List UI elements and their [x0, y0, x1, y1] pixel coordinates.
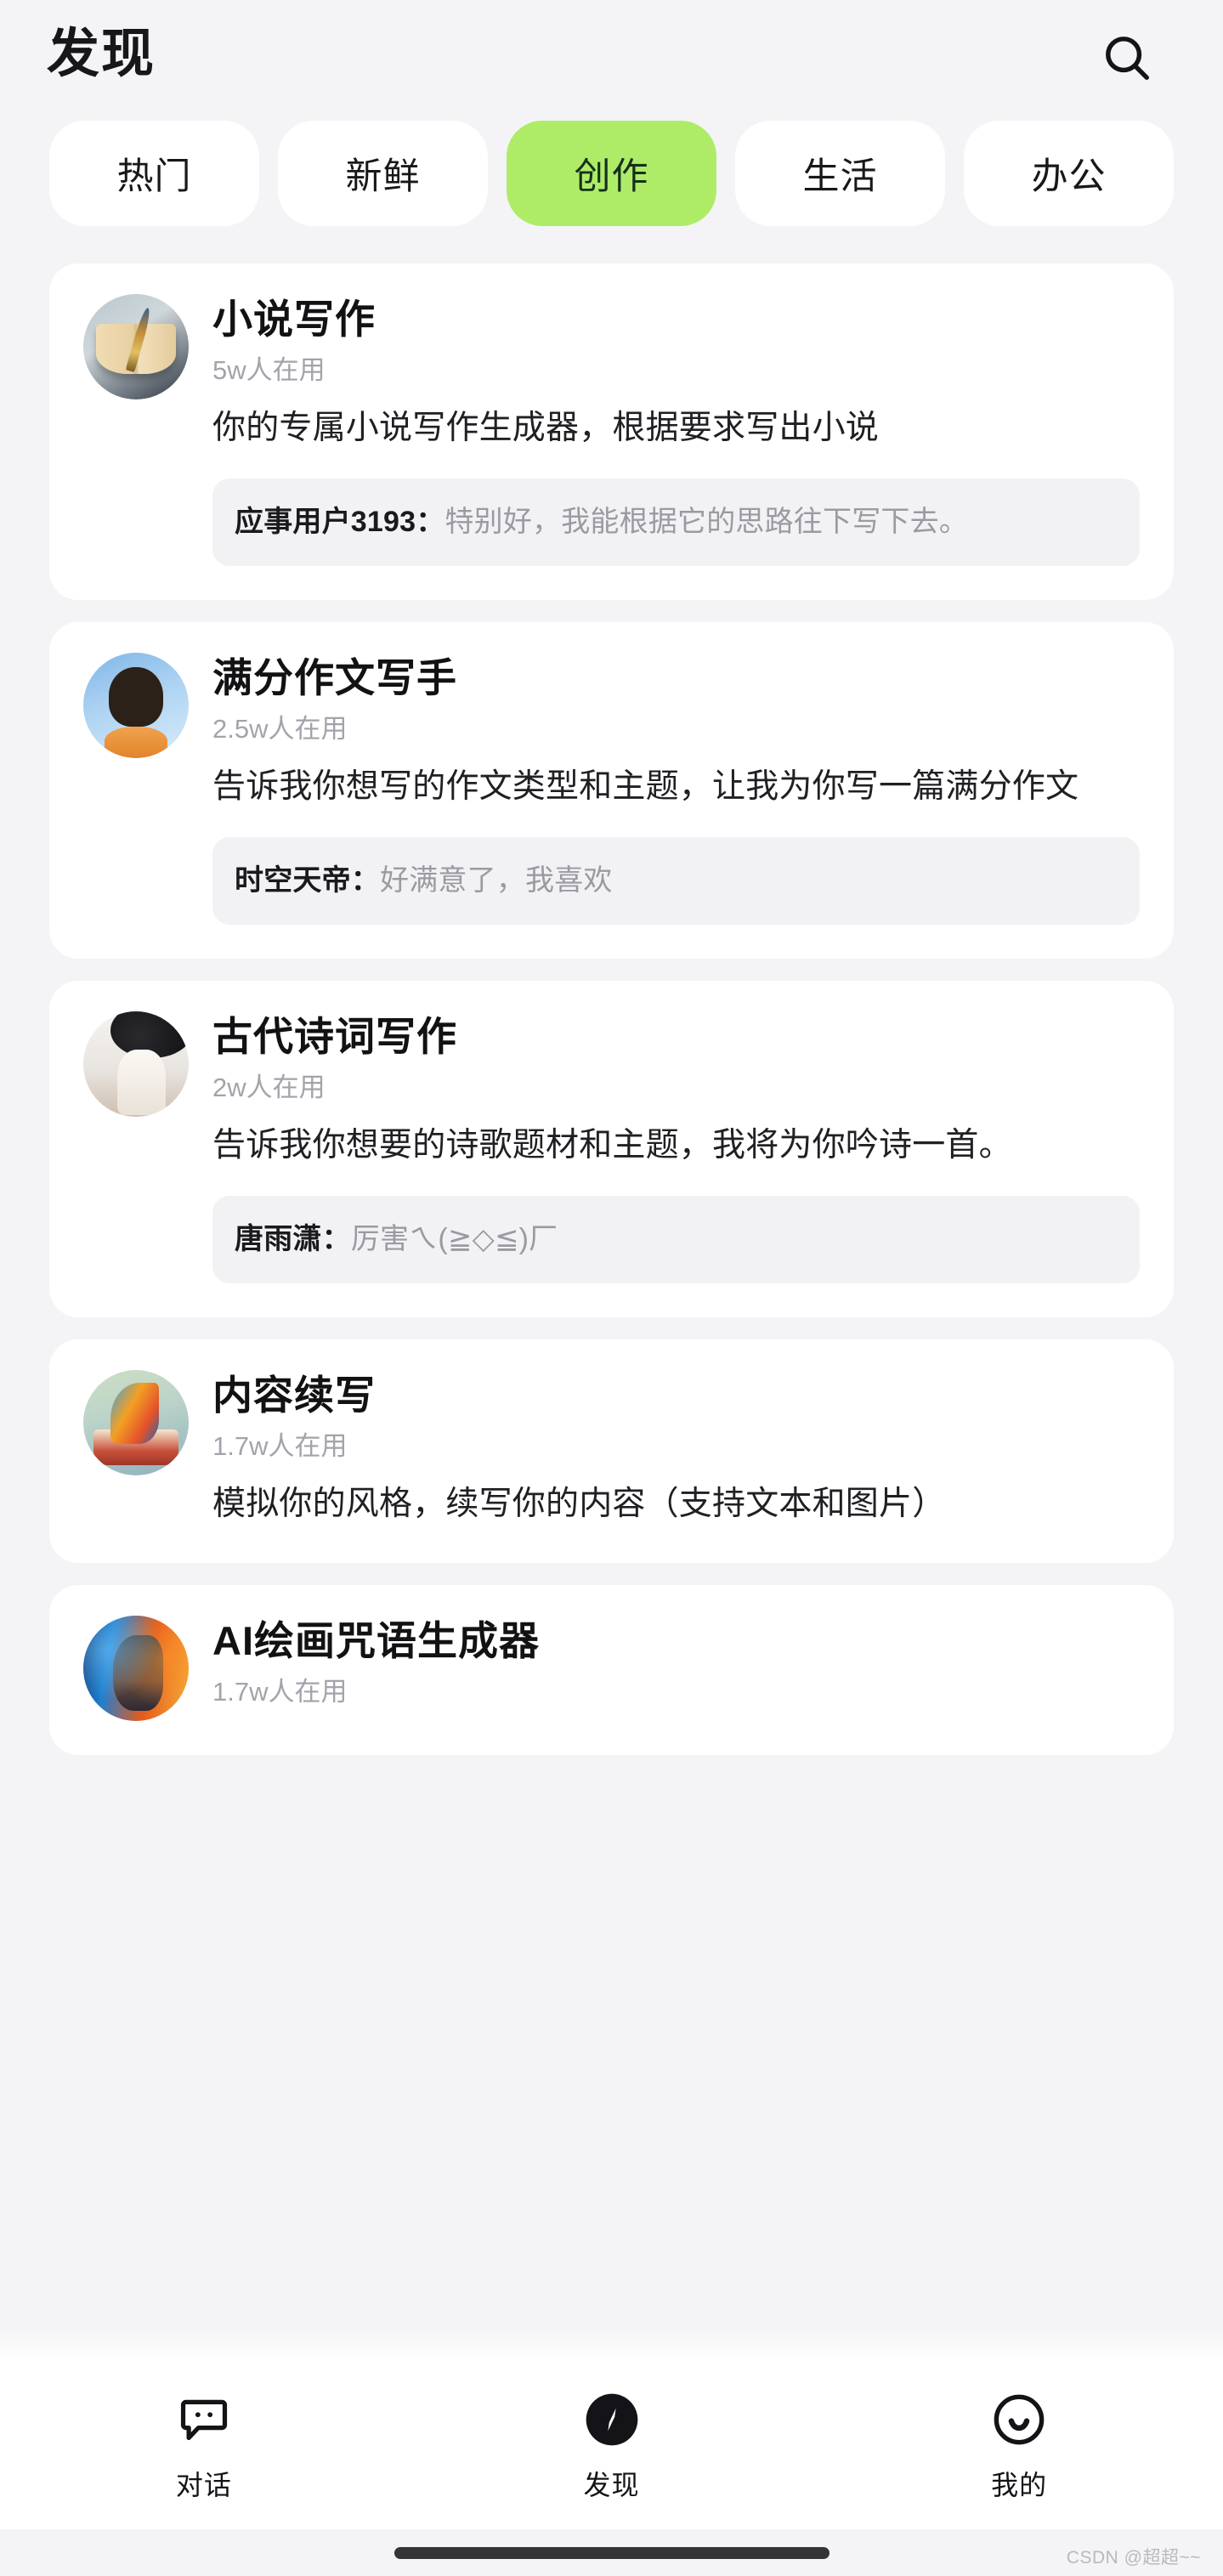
- card-comment: 时空天帝：好满意了，我喜欢: [212, 837, 1140, 926]
- table-row[interactable]: AI绘画咒语生成器 1.7w人在用: [49, 1585, 1174, 1756]
- agent-card-list: 小说写作 5w人在用 你的专属小说写作生成器，根据要求写出小说 应事用户3193…: [0, 263, 1223, 1756]
- card-title: 古代诗词写作: [212, 1014, 457, 1060]
- card-description: 告诉我你想要的诗歌题材和主题，我将为你吟诗一首。: [212, 1126, 1012, 1163]
- comment-text: 特别好，我能根据它的思路往下写下去。: [444, 506, 969, 539]
- compass-icon: [582, 2389, 642, 2450]
- nav-label-mine: 我的: [991, 2470, 1048, 2500]
- nav-label-discover: 发现: [583, 2470, 640, 2500]
- card-user-count: 1.7w人在用: [212, 1676, 348, 1707]
- card-user-count: 1.7w人在用: [212, 1430, 348, 1461]
- nav-item-discover[interactable]: 发现: [408, 2389, 816, 2503]
- card-description: 你的专属小说写作生成器，根据要求写出小说: [212, 409, 880, 446]
- table-row[interactable]: 小说写作 5w人在用 你的专属小说写作生成器，根据要求写出小说 应事用户3193…: [49, 263, 1174, 601]
- avatar: [83, 1616, 189, 1722]
- avatar: [83, 1370, 189, 1476]
- chat-bubble-icon: [176, 2389, 232, 2450]
- app-header: 发现: [0, 0, 1223, 115]
- table-row[interactable]: 满分作文写手 2.5w人在用 告诉我你想写的作文类型和主题，让我为你写一篇满分作…: [49, 622, 1174, 960]
- nav-item-chat[interactable]: 对话: [0, 2389, 408, 2503]
- app-screen: 发现 热门 新鲜 创作 生活 办公 小说写作 5w人在用 你的专属小说写作生成器…: [0, 0, 1223, 2576]
- tab-hot[interactable]: 热门: [49, 121, 259, 226]
- card-comment: 应事用户3193：特别好，我能根据它的思路往下写下去。: [212, 478, 1140, 567]
- comment-user: 应事用户3193：: [235, 506, 445, 539]
- tab-creation[interactable]: 创作: [507, 121, 716, 226]
- bottom-navigation-bar: 对话 发现 我的 CSDN @超超~~: [0, 2363, 1223, 2576]
- card-title: 满分作文写手: [212, 655, 457, 701]
- home-indicator-area: CSDN @超超~~: [0, 2529, 1223, 2576]
- card-body: 小说写作 5w人在用 你的专属小说写作生成器，根据要求写出小说: [212, 294, 1140, 453]
- card-user-count: 2w人在用: [212, 1072, 326, 1102]
- card-title: 内容续写: [212, 1373, 376, 1418]
- card-header: 古代诗词写作 2w人在用 告诉我你想要的诗歌题材和主题，我将为你吟诗一首。: [83, 1011, 1140, 1170]
- smiley-face-icon: [990, 2389, 1048, 2450]
- card-header: 内容续写 1.7w人在用 模拟你的风格，续写你的内容（支持文本和图片）: [83, 1370, 1140, 1529]
- table-row[interactable]: 内容续写 1.7w人在用 模拟你的风格，续写你的内容（支持文本和图片）: [49, 1339, 1174, 1564]
- comment-user: 唐雨潇：: [235, 1223, 351, 1256]
- card-title: 小说写作: [212, 297, 376, 342]
- card-comment: 唐雨潇：厉害ㄟ(≧◇≦)厂: [212, 1196, 1140, 1284]
- card-body: 内容续写 1.7w人在用 模拟你的风格，续写你的内容（支持文本和图片）: [212, 1370, 1140, 1529]
- card-user-count: 2.5w人在用: [212, 713, 348, 744]
- card-body: 满分作文写手 2.5w人在用 告诉我你想写的作文类型和主题，让我为你写一篇满分作…: [212, 653, 1140, 812]
- search-icon: [1101, 31, 1153, 84]
- card-description: 告诉我你想写的作文类型和主题，让我为你写一篇满分作文: [212, 767, 1079, 805]
- card-title: AI绘画咒语生成器: [212, 1618, 540, 1664]
- avatar: [83, 294, 189, 399]
- comment-text: 厉害ㄟ(≧◇≦)厂: [350, 1223, 558, 1256]
- tab-life[interactable]: 生活: [735, 121, 945, 226]
- card-header: 满分作文写手 2.5w人在用 告诉我你想写的作文类型和主题，让我为你写一篇满分作…: [83, 653, 1140, 812]
- nav-item-mine[interactable]: 我的: [815, 2389, 1223, 2503]
- home-indicator[interactable]: [394, 2546, 829, 2559]
- tab-fresh[interactable]: 新鲜: [278, 121, 488, 226]
- comment-text: 好满意了，我喜欢: [380, 864, 613, 897]
- avatar: [83, 1011, 189, 1118]
- search-button[interactable]: [1089, 20, 1165, 96]
- tab-office[interactable]: 办公: [964, 121, 1174, 226]
- avatar: [83, 653, 189, 759]
- comment-user: 时空天帝：: [235, 864, 380, 897]
- card-header: 小说写作 5w人在用 你的专属小说写作生成器，根据要求写出小说: [83, 294, 1140, 453]
- scroll-fade-overlay: [0, 2329, 1223, 2363]
- card-user-count: 5w人在用: [212, 354, 326, 385]
- nav-items: 对话 发现 我的: [0, 2363, 1223, 2529]
- card-body: AI绘画咒语生成器 1.7w人在用: [212, 1616, 1140, 1707]
- card-description: 模拟你的风格，续写你的内容（支持文本和图片）: [212, 1486, 946, 1523]
- nav-label-chat: 对话: [175, 2470, 232, 2500]
- watermark: CSDN @超超~~: [1066, 2548, 1201, 2568]
- page-title: 发现: [47, 24, 156, 83]
- card-body: 古代诗词写作 2w人在用 告诉我你想要的诗歌题材和主题，我将为你吟诗一首。: [212, 1011, 1140, 1170]
- category-tab-bar: 热门 新鲜 创作 生活 办公: [0, 121, 1223, 226]
- table-row[interactable]: 古代诗词写作 2w人在用 告诉我你想要的诗歌题材和主题，我将为你吟诗一首。 唐雨…: [49, 981, 1174, 1318]
- card-header: AI绘画咒语生成器 1.7w人在用: [83, 1616, 1140, 1722]
